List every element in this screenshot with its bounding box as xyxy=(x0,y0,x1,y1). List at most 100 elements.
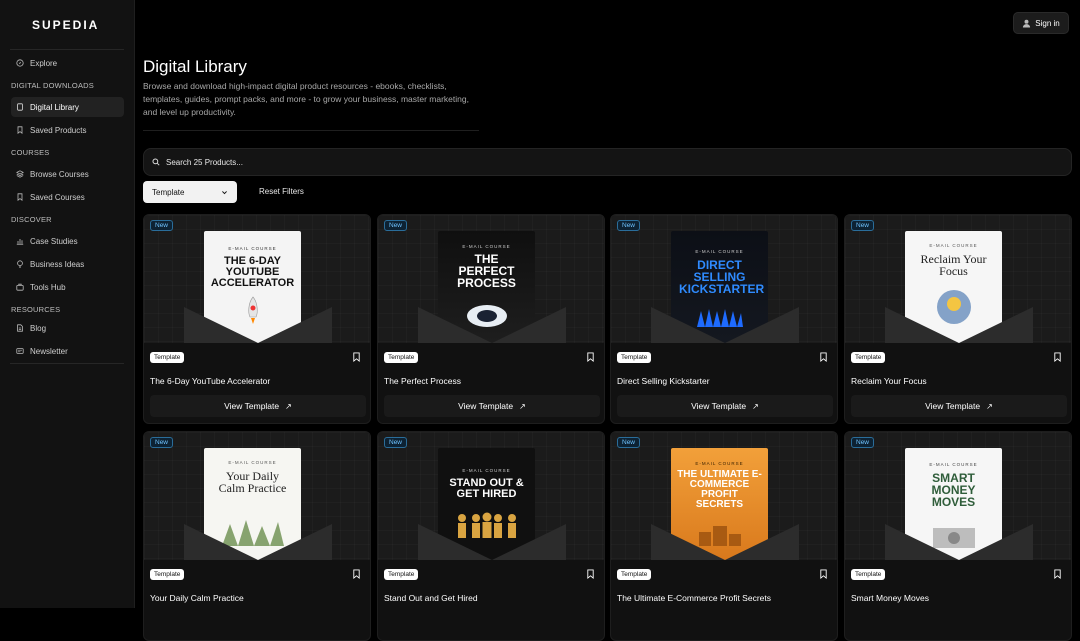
cover-kicker: E-MAIL COURSE xyxy=(228,246,277,251)
cover-kicker: E-MAIL COURSE xyxy=(695,461,744,466)
bookmark-icon[interactable] xyxy=(1053,352,1062,362)
cover-title: THE ULTIMATE E-COMMERCE PROFIT SECRETS xyxy=(677,469,762,510)
filter-value: Template xyxy=(152,187,185,197)
cover-kicker: E-MAIL COURSE xyxy=(228,460,277,465)
sidebar-item-label: Saved Courses xyxy=(30,192,85,202)
product-card[interactable]: E-MAIL COURSE STAND OUT & GET HIRED New … xyxy=(377,431,605,641)
cover-kicker: E-MAIL COURSE xyxy=(462,244,511,249)
product-card[interactable]: E-MAIL COURSE Reclaim Your Focus New Tem… xyxy=(844,214,1072,424)
sidebar-item-digital-library[interactable]: Digital Library xyxy=(11,97,124,117)
document-icon xyxy=(16,324,24,332)
sidebar-item-label: Browse Courses xyxy=(30,169,89,179)
toolbox-icon xyxy=(16,283,24,291)
sidebar-item-case-studies[interactable]: Case Studies xyxy=(11,231,124,251)
sidebar-item-browse-courses[interactable]: Browse Courses xyxy=(11,164,124,184)
product-card[interactable]: E-MAIL COURSE THE ULTIMATE E-COMMERCE PR… xyxy=(610,431,838,641)
sidebar-item-label: Newsletter xyxy=(30,346,68,356)
view-template-button[interactable]: View Template ↗ xyxy=(150,395,366,417)
button-label: View Template xyxy=(691,401,747,411)
view-template-button[interactable]: View Template ↗ xyxy=(384,395,600,417)
product-card[interactable]: E-MAIL COURSE THE 6-DAY YOUTUBE ACCELERA… xyxy=(143,214,371,424)
category-tag: Template xyxy=(851,569,886,580)
filter-dropdown[interactable]: Template xyxy=(143,181,237,203)
product-title[interactable]: Stand Out and Get Hired xyxy=(384,593,478,603)
new-badge: New xyxy=(384,437,408,448)
product-title[interactable]: The Perfect Process xyxy=(384,376,461,386)
product-title[interactable]: The 6-Day YouTube Accelerator xyxy=(150,376,270,386)
product-title[interactable]: Direct Selling Kickstarter xyxy=(617,376,710,386)
view-template-button[interactable]: View Template ↗ xyxy=(851,395,1067,417)
chevron-down-icon xyxy=(222,190,227,194)
layers-icon xyxy=(16,170,24,178)
user-icon xyxy=(1023,19,1031,28)
bookmark-icon[interactable] xyxy=(352,569,361,579)
category-tag: Template xyxy=(384,569,419,580)
product-cover: E-MAIL COURSE Your Daily Calm Practice N… xyxy=(144,432,370,560)
bookmark-icon[interactable] xyxy=(1053,569,1062,579)
bookmark-icon[interactable] xyxy=(819,569,828,579)
sidebar: SUPEDIA Explore DIGITAL DOWNLOADS Digita… xyxy=(0,0,135,608)
section-title: DISCOVER xyxy=(11,215,52,224)
compass-icon xyxy=(16,59,24,67)
cover-title: STAND OUT & GET HIRED xyxy=(449,477,524,500)
tablet-icon xyxy=(16,103,24,111)
cover-title: SMART MONEY MOVES xyxy=(931,471,976,509)
section-title: DIGITAL DOWNLOADS xyxy=(11,81,94,90)
product-cover: E-MAIL COURSE DIRECT SELLING KICKSTARTER… xyxy=(611,215,837,343)
new-badge: New xyxy=(617,220,641,231)
button-label: View Template xyxy=(458,401,514,411)
product-cover: E-MAIL COURSE SMART MONEY MOVES New xyxy=(845,432,1071,560)
sidebar-item-newsletter[interactable]: Newsletter xyxy=(11,341,124,361)
category-tag: Template xyxy=(384,352,419,363)
product-card[interactable]: E-MAIL COURSE THE PERFECT PROCESS New Te… xyxy=(377,214,605,424)
new-badge: New xyxy=(851,220,875,231)
sidebar-item-blog[interactable]: Blog xyxy=(11,318,124,338)
flame-icon xyxy=(697,309,743,327)
product-card[interactable]: E-MAIL COURSE Your Daily Calm Practice N… xyxy=(143,431,371,641)
category-tag: Template xyxy=(617,352,652,363)
cover-kicker: E-MAIL COURSE xyxy=(695,249,744,254)
divider xyxy=(10,363,124,364)
product-title[interactable]: Reclaim Your Focus xyxy=(851,376,927,386)
new-badge: New xyxy=(150,220,174,231)
arrow-up-right-icon: ↗ xyxy=(986,401,993,411)
product-cover: E-MAIL COURSE THE PERFECT PROCESS New xyxy=(378,215,604,343)
cover-title: Your Daily Calm Practice xyxy=(218,469,287,495)
product-card[interactable]: E-MAIL COURSE SMART MONEY MOVES New Temp… xyxy=(844,431,1072,641)
bookmark-icon[interactable] xyxy=(352,352,361,362)
bookmark-icon xyxy=(16,126,24,134)
bookmark-icon[interactable] xyxy=(586,569,595,579)
sign-in-button[interactable]: Sign in xyxy=(1013,12,1069,34)
page-title: Digital Library xyxy=(143,57,247,76)
product-title[interactable]: The Ultimate E-Commerce Profit Secrets xyxy=(617,593,771,603)
bookmark-icon[interactable] xyxy=(819,352,828,362)
sidebar-item-business-ideas[interactable]: Business Ideas xyxy=(11,254,124,274)
view-template-button[interactable]: View Template ↗ xyxy=(617,395,833,417)
product-title[interactable]: Smart Money Moves xyxy=(851,593,929,603)
forest-icon xyxy=(222,520,284,546)
sidebar-item-explore[interactable]: Explore xyxy=(11,53,124,73)
search-input[interactable]: Search 25 Products... xyxy=(143,148,1072,176)
sidebar-item-saved-products[interactable]: Saved Products xyxy=(11,120,124,140)
new-badge: New xyxy=(384,220,408,231)
cover-title: Reclaim Your Focus xyxy=(920,252,987,278)
reset-filters-button[interactable]: Reset Filters xyxy=(259,187,304,196)
arrow-up-right-icon: ↗ xyxy=(752,401,759,411)
logo[interactable]: SUPEDIA xyxy=(32,18,99,32)
new-badge: New xyxy=(851,437,875,448)
category-tag: Template xyxy=(851,352,886,363)
product-cover: E-MAIL COURSE THE ULTIMATE E-COMMERCE PR… xyxy=(611,432,837,560)
sidebar-item-label: Business Ideas xyxy=(30,259,85,269)
search-icon xyxy=(152,158,160,166)
divider xyxy=(10,49,124,50)
product-card[interactable]: E-MAIL COURSE DIRECT SELLING KICKSTARTER… xyxy=(610,214,838,424)
product-title[interactable]: Your Daily Calm Practice xyxy=(150,593,244,603)
rocket-icon xyxy=(248,296,258,324)
sidebar-item-tools-hub[interactable]: Tools Hub xyxy=(11,277,124,297)
section-title: COURSES xyxy=(11,148,50,157)
bookmark-icon[interactable] xyxy=(586,352,595,362)
section-title: RESOURCES xyxy=(11,305,61,314)
sidebar-item-label: Tools Hub xyxy=(30,282,66,292)
button-label: View Template xyxy=(925,401,981,411)
sidebar-item-saved-courses[interactable]: Saved Courses xyxy=(11,187,124,207)
